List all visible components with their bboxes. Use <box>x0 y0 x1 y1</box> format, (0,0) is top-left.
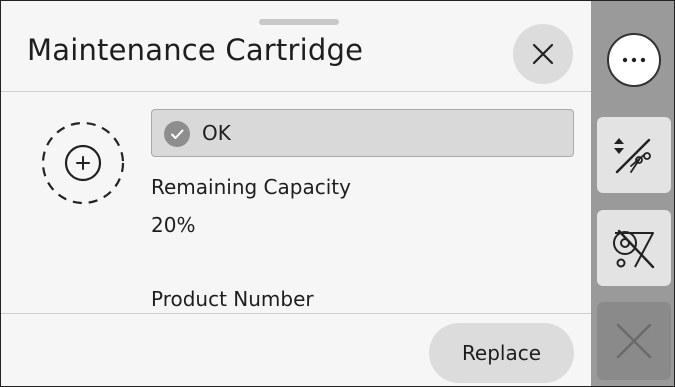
cut-paper-icon <box>614 138 651 174</box>
printer-screen: Maintenance Cartridge OK Remaining Capac… <box>0 0 675 387</box>
more-options-button[interactable] <box>607 33 661 87</box>
maintenance-cartridge-icon <box>41 121 125 205</box>
unload-roll-button[interactable] <box>597 210 671 286</box>
cancel-icon <box>616 323 652 359</box>
remaining-capacity-label: Remaining Capacity <box>151 175 351 199</box>
drag-handle[interactable] <box>259 19 339 25</box>
close-icon <box>532 43 554 65</box>
header-divider <box>1 91 591 92</box>
remaining-capacity-value: 20% <box>151 213 196 237</box>
replace-button[interactable]: Replace <box>429 323 574 383</box>
status-text: OK <box>202 121 231 145</box>
no-roll-icon <box>613 229 655 269</box>
maintenance-cartridge-panel: Maintenance Cartridge OK Remaining Capac… <box>1 1 591 386</box>
footer-divider <box>1 313 591 314</box>
cut-paper-button[interactable] <box>597 117 671 193</box>
side-toolbar <box>591 1 674 386</box>
status-badge: OK <box>151 109 574 157</box>
close-button[interactable] <box>513 24 573 84</box>
check-icon <box>164 121 190 147</box>
more-options-icon <box>622 57 646 63</box>
page-title: Maintenance Cartridge <box>27 33 364 67</box>
cancel-button[interactable] <box>597 302 671 380</box>
product-number-label: Product Number <box>151 287 314 311</box>
